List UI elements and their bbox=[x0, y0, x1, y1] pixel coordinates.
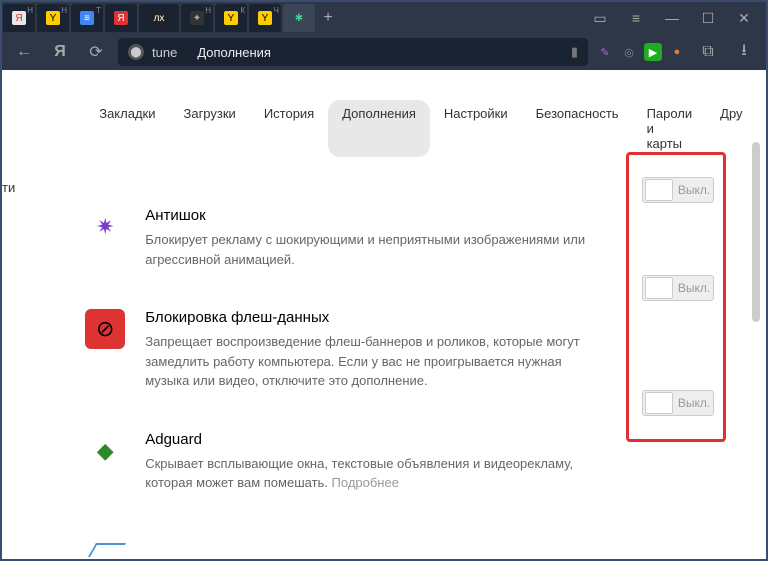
tab-favicon: ✱ bbox=[292, 11, 306, 25]
tab-favicon: лх bbox=[152, 11, 166, 25]
settings-tab-4[interactable]: Настройки bbox=[430, 100, 522, 157]
browser-tab-5[interactable]: ✦Н bbox=[181, 4, 213, 32]
toggle-knob bbox=[645, 179, 673, 201]
browser-tab-2[interactable]: ≡Т bbox=[71, 4, 103, 32]
titlebar-controls: ▭ ≡ — ☐ ✕ bbox=[578, 6, 766, 30]
tab-favicon: Я bbox=[12, 11, 26, 25]
tab-favicon: Y bbox=[46, 11, 60, 25]
addon-title: Adguard bbox=[145, 431, 585, 448]
reload-button[interactable]: ⟳ bbox=[82, 38, 110, 66]
tab-favicon: ≡ bbox=[80, 11, 94, 25]
browser-tab-3[interactable]: Я bbox=[105, 4, 137, 32]
addon-title: Антишок bbox=[145, 207, 585, 224]
addon-description: Блокирует рекламу с шокирующими и неприя… bbox=[145, 230, 585, 269]
tab-label: Ч bbox=[274, 6, 279, 15]
extension-icons: ✎ ◎ ▶ ● bbox=[596, 43, 686, 61]
addon-description: Скрывает всплывающие окна, текстовые объ… bbox=[145, 454, 585, 493]
browser-tab-8[interactable]: ✱ bbox=[283, 4, 315, 32]
toggle-knob bbox=[645, 277, 673, 299]
extension-icon-1[interactable]: ◎ bbox=[620, 43, 638, 61]
addon-more-link[interactable]: Подробнее bbox=[332, 475, 399, 490]
close-button[interactable]: ✕ bbox=[732, 6, 756, 30]
extension-icon-2[interactable]: ▶ bbox=[644, 43, 662, 61]
browser-navbar: ← Я ⟳ ⬤ tune Дополнения ▮ ✎ ◎ ▶ ● ⧉ ⭳ bbox=[2, 34, 766, 70]
settings-tab-6[interactable]: Пароли и карты bbox=[633, 100, 707, 157]
settings-tab-0[interactable]: Закладки bbox=[85, 100, 169, 157]
addon-description: Запрещает воспроизведение флеш-баннеров … bbox=[145, 332, 585, 391]
security-icon: ⬤ bbox=[128, 44, 144, 60]
addon-toggle-1[interactable]: Выкл. bbox=[642, 275, 714, 301]
back-button[interactable]: ← bbox=[10, 38, 38, 66]
reader-icon[interactable]: ▭ bbox=[588, 6, 612, 30]
toggle-knob bbox=[645, 392, 673, 414]
settings-tab-2[interactable]: История bbox=[250, 100, 328, 157]
settings-tab-1[interactable]: Загрузки bbox=[169, 100, 249, 157]
tab-favicon: Я bbox=[114, 11, 128, 25]
menu-icon[interactable]: ≡ bbox=[624, 6, 648, 30]
addon-toggle-2[interactable]: Выкл. bbox=[642, 390, 714, 416]
bookmark-icon[interactable]: ▮ bbox=[571, 44, 578, 60]
browser-tab-7[interactable]: YЧ bbox=[249, 4, 281, 32]
address-bar[interactable]: ⬤ tune Дополнения ▮ bbox=[118, 38, 588, 66]
tab-favicon: ✦ bbox=[190, 11, 204, 25]
browser-tab-6[interactable]: YК bbox=[215, 4, 247, 32]
browser-tab-1[interactable]: YН bbox=[37, 4, 69, 32]
addr-path: tune bbox=[152, 45, 177, 60]
toggle-label: Выкл. bbox=[675, 396, 713, 410]
tab-favicon: Y bbox=[224, 11, 238, 25]
left-cut-text: ти bbox=[2, 70, 15, 559]
extension-icon-3[interactable]: ● bbox=[668, 43, 686, 61]
settings-tab-3[interactable]: Дополнения bbox=[328, 100, 430, 157]
download-icon[interactable]: ⭳ bbox=[730, 38, 758, 66]
copy-icon[interactable]: ⧉ bbox=[694, 38, 722, 66]
scrollbar[interactable] bbox=[752, 142, 760, 322]
new-tab-button[interactable]: + bbox=[316, 9, 340, 27]
tab-label: Т bbox=[96, 6, 101, 15]
settings-tab-7[interactable]: Дру bbox=[706, 100, 756, 157]
tab-label: Н bbox=[61, 6, 67, 15]
addon-title: Блокировка флеш-данных bbox=[145, 309, 585, 326]
settings-nav: ЗакладкиЗагрузкиИсторияДополненияНастрой… bbox=[85, 100, 756, 157]
browser-tab-0[interactable]: ЯН bbox=[3, 4, 35, 32]
browser-tab-4[interactable]: лх bbox=[139, 4, 179, 32]
tab-favicon: Y bbox=[258, 11, 272, 25]
settings-tab-5[interactable]: Безопасность bbox=[522, 100, 633, 157]
addon-toggle-0[interactable]: Выкл. bbox=[642, 177, 714, 203]
addon-icon: ✷ bbox=[85, 207, 125, 247]
tab-label: Н bbox=[205, 6, 211, 15]
toggle-label: Выкл. bbox=[675, 281, 713, 295]
extension-icon-0[interactable]: ✎ bbox=[596, 43, 614, 61]
tab-label: Н bbox=[27, 6, 33, 15]
addr-title: Дополнения bbox=[197, 45, 271, 60]
addon-icon: ⊘ bbox=[85, 309, 125, 349]
yandex-home-button[interactable]: Я bbox=[46, 38, 74, 66]
addon-icon: ◆ bbox=[85, 431, 125, 471]
window-titlebar: ЯНYН≡ТЯлх✦НYКYЧ✱ + ▭ ≡ — ☐ ✕ bbox=[2, 2, 766, 34]
browser-tabs: ЯНYН≡ТЯлх✦НYКYЧ✱ bbox=[2, 2, 316, 34]
maximize-button[interactable]: ☐ bbox=[696, 6, 720, 30]
minimize-button[interactable]: — bbox=[660, 6, 684, 30]
tab-label: К bbox=[240, 6, 245, 15]
toggle-label: Выкл. bbox=[675, 183, 713, 197]
